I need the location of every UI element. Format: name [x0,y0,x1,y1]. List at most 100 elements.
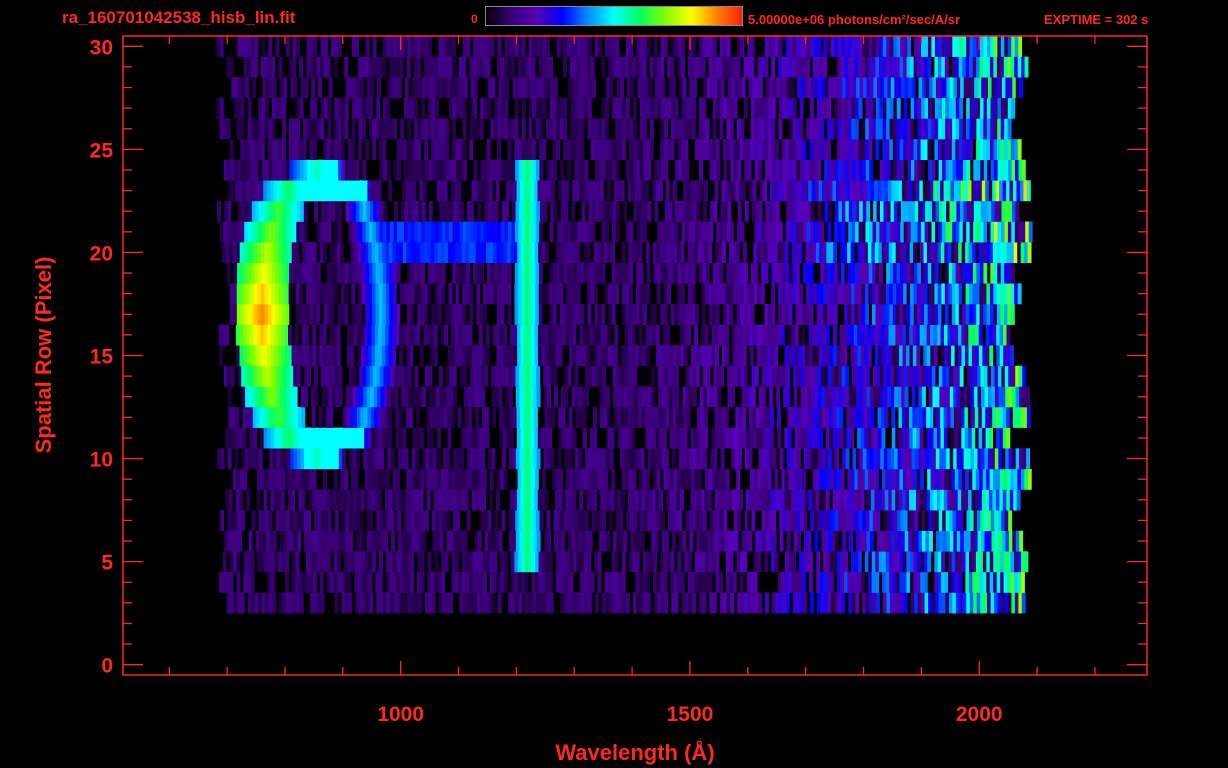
heatmap-cell [337,262,342,284]
heatmap-cell [292,56,297,78]
heatmap-cell [748,530,753,552]
heatmap-cell [996,242,1001,263]
heatmap-cell [888,324,893,346]
heatmap-cell [785,221,790,243]
heatmap-cell [279,592,283,614]
heatmap-cell [524,551,529,573]
heatmap-cell [541,324,546,346]
heatmap-cell [615,139,619,160]
heatmap-cell [251,592,256,614]
heatmap-cell [396,221,401,243]
heatmap-cell [973,159,978,181]
heatmap-cell [345,159,349,181]
heatmap-cell [586,345,591,367]
heatmap-cell [320,97,325,119]
heatmap-cell [665,407,670,428]
heatmap-cell [663,468,668,490]
heatmap-cell [738,77,742,99]
heatmap-cell [845,510,849,531]
heatmap-cell [434,304,439,325]
heatmap-cell [299,304,304,325]
heatmap-cell [966,221,971,243]
heatmap-cell [753,571,758,593]
heatmap-cell [815,242,820,263]
heatmap-cell [365,97,370,119]
heatmap-cell [378,242,383,263]
heatmap-cell [271,139,276,160]
heatmap-cell [587,221,592,243]
heatmap-cell [690,489,695,511]
heatmap-cell [443,386,447,408]
heatmap-cell [496,468,501,490]
heatmap-cell [300,386,305,408]
heatmap-cell [676,427,681,449]
heatmap-cell [293,159,297,181]
heatmap-cell [417,262,422,284]
heatmap-cell [702,97,707,119]
heatmap-cell [323,283,328,305]
heatmap-cell [498,530,503,552]
heatmap-cell [389,56,394,78]
heatmap-cell [296,159,301,181]
heatmap-cell [622,283,626,305]
heatmap-cell [940,242,945,263]
heatmap-cell [282,365,287,387]
heatmap-cell [962,221,967,243]
heatmap-cell [736,304,741,325]
heatmap-cell [886,365,891,387]
heatmap-cell [321,448,326,470]
heatmap-cell [396,262,401,284]
heatmap-cell [364,324,369,346]
heatmap-cell [966,592,971,614]
heatmap-cell [927,283,932,305]
heatmap-cell [345,510,350,531]
heatmap-cell [591,118,595,140]
heatmap-cell [1007,468,1011,490]
heatmap-cell [904,365,909,387]
heatmap-cell [1005,530,1010,552]
heatmap-cell [530,489,535,511]
heatmap-cell [432,448,437,470]
heatmap-cell [395,489,400,511]
heatmap-cell [826,468,831,490]
heatmap-cell [299,262,304,284]
heatmap-cell [609,77,614,99]
heatmap-cell [820,97,825,119]
heatmap-cell [630,530,635,552]
heatmap-cell [364,489,368,511]
heatmap-cell [388,180,393,202]
heatmap-cell [844,262,849,284]
heatmap-cell [450,489,455,511]
heatmap-cell [975,345,980,367]
heatmap-cell [888,242,893,263]
heatmap-cell [243,304,248,325]
heatmap-cell [323,304,328,325]
heatmap-cell [780,180,785,202]
heatmap-cell [658,386,663,408]
heatmap-cell [971,489,976,511]
heatmap-cell [958,345,962,367]
heatmap-cell [308,427,313,449]
heatmap-cell [831,159,835,181]
heatmap-cell [743,262,748,284]
heatmap-cell [951,324,955,346]
heatmap-cell [627,386,631,408]
heatmap-cell [837,571,841,593]
heatmap-cell [407,592,412,614]
heatmap-cell [394,200,398,222]
heatmap-cell [880,448,885,470]
heatmap-cell [553,262,557,284]
heatmap-cell [1011,97,1016,119]
heatmap-cell [669,427,674,449]
heatmap-cell [767,345,771,367]
heatmap-cell [910,221,915,243]
heatmap-cell [500,468,505,490]
heatmap-cell [429,386,433,408]
heatmap-cell [518,304,522,325]
heatmap-cell [925,530,930,552]
heatmap-cell [953,77,958,99]
heatmap-cell [425,77,430,99]
heatmap-cell [1015,159,1019,181]
heatmap-cell [350,407,354,428]
heatmap-cell [344,468,348,490]
